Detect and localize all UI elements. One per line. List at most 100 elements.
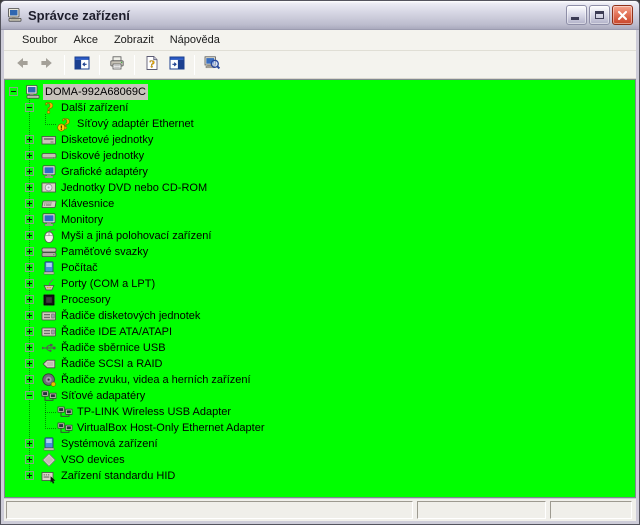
close-button[interactable]: [612, 5, 633, 25]
device-tree[interactable]: DOMA-992A68069C? Další zařízení?! Síťový a…: [4, 79, 636, 498]
tree-row[interactable]: ? Další zařízení: [5, 100, 635, 116]
tree-item-label[interactable]: DOMA-992A68069C: [43, 84, 148, 100]
minimize-button[interactable]: [566, 5, 587, 25]
expand-toggle[interactable]: [25, 375, 34, 384]
scan-hardware-changes-button[interactable]: [200, 54, 224, 76]
tree-row[interactable]: Procesory: [5, 292, 635, 308]
close-icon: [617, 10, 628, 20]
tree-row[interactable]: Řadiče disketových jednotek: [5, 308, 635, 324]
tree-item-label[interactable]: Zařízení standardu HID: [59, 468, 177, 484]
menu-item-akce[interactable]: Akce: [65, 31, 105, 49]
tree-row[interactable]: Myši a jiná polohovací zařízení: [5, 228, 635, 244]
tree-item-label[interactable]: Myši a jiná polohovací zařízení: [59, 228, 213, 244]
tree-item-label[interactable]: Síťové adapatéry: [59, 388, 147, 404]
tree-row[interactable]: Jednotky DVD nebo CD-ROM: [5, 180, 635, 196]
monitor-icon: [41, 212, 57, 228]
tree-item-label[interactable]: Řadiče zvuku, videa a herních zařízení: [59, 372, 253, 388]
show-console-tree-button[interactable]: [70, 54, 94, 76]
titlebar[interactable]: Správce zařízení: [1, 1, 639, 30]
expand-toggle[interactable]: [25, 439, 34, 448]
tree-item-label[interactable]: Síťový adaptér Ethernet: [75, 116, 196, 132]
tree-item-label[interactable]: Monitory: [59, 212, 105, 228]
tree-item-label[interactable]: Paměťové svazky: [59, 244, 150, 260]
tree-row[interactable]: VirtualBox Host-Only Ethernet Adapter: [5, 420, 635, 436]
menu-item-soubor[interactable]: Soubor: [14, 31, 65, 49]
display-adapter-icon: [41, 164, 57, 180]
tree-row[interactable]: Řadiče IDE ATA/ATAPI: [5, 324, 635, 340]
toolbar: ?: [4, 51, 636, 79]
tree-row[interactable]: Systémová zařízení: [5, 436, 635, 452]
collapse-toggle[interactable]: [25, 103, 34, 112]
tree-item-label[interactable]: VSO devices: [59, 452, 127, 468]
expand-toggle[interactable]: [25, 311, 34, 320]
network-adapter-icon: [41, 388, 57, 404]
expand-toggle[interactable]: [25, 279, 34, 288]
expand-toggle[interactable]: [25, 215, 34, 224]
show-action-pane-button[interactable]: [165, 54, 189, 76]
tree-row[interactable]: Síťové adapatéry: [5, 388, 635, 404]
tree-row[interactable]: VSO devices: [5, 452, 635, 468]
tree-row[interactable]: Řadiče zvuku, videa a herních zařízení: [5, 372, 635, 388]
tree-item-label[interactable]: Řadiče disketových jednotek: [59, 308, 202, 324]
help-button[interactable]: ?: [140, 54, 164, 76]
menu-item-zobrazit[interactable]: Zobrazit: [106, 31, 162, 49]
forward-button[interactable]: [35, 54, 59, 76]
tree-row[interactable]: Porty (COM a LPT): [5, 276, 635, 292]
expand-toggle[interactable]: [25, 471, 34, 480]
expand-toggle[interactable]: [25, 247, 34, 256]
tree-item-label[interactable]: Řadiče IDE ATA/ATAPI: [59, 324, 174, 340]
expand-toggle[interactable]: [25, 167, 34, 176]
tree-item-label[interactable]: Grafické adaptéry: [59, 164, 150, 180]
tree-row[interactable]: Počítač: [5, 260, 635, 276]
menu-item-n-pov-da[interactable]: Nápověda: [162, 31, 228, 49]
expand-toggle[interactable]: [25, 343, 34, 352]
minimize-icon: [571, 17, 579, 20]
tree-row[interactable]: Zařízení standardu HID: [5, 468, 635, 484]
floppy-controller-icon: [41, 308, 57, 324]
tree-row[interactable]: Monitory: [5, 212, 635, 228]
tree-item-label[interactable]: Systémová zařízení: [59, 436, 160, 452]
tree-item-label[interactable]: TP-LINK Wireless USB Adapter: [75, 404, 233, 420]
print-button[interactable]: [105, 54, 129, 76]
tree-item-label[interactable]: Řadiče SCSI a RAID: [59, 356, 164, 372]
tree-row[interactable]: Paměťové svazky: [5, 244, 635, 260]
expand-toggle[interactable]: [25, 231, 34, 240]
tree-row[interactable]: Disketové jednotky: [5, 132, 635, 148]
tree-item-label[interactable]: Jednotky DVD nebo CD-ROM: [59, 180, 209, 196]
computer-device-icon: [41, 260, 57, 276]
tree-item-label[interactable]: Počítač: [59, 260, 100, 276]
collapse-toggle[interactable]: [9, 87, 18, 96]
tree-item-label[interactable]: Další zařízení: [59, 100, 130, 116]
expand-toggle[interactable]: [25, 295, 34, 304]
expand-toggle[interactable]: [25, 183, 34, 192]
tree-row[interactable]: ?! Síťový adaptér Ethernet: [5, 116, 635, 132]
scan-hardware-changes-icon: [204, 55, 221, 74]
tree-row[interactable]: DOMA-992A68069C: [5, 84, 635, 100]
status-pane: [417, 501, 546, 519]
collapse-toggle[interactable]: [25, 391, 34, 400]
tree-item-label[interactable]: Disketové jednotky: [59, 132, 155, 148]
tree-row[interactable]: Diskové jednotky: [5, 148, 635, 164]
tree-item-label[interactable]: Porty (COM a LPT): [59, 276, 157, 292]
tree-item-label[interactable]: Klávesnice: [59, 196, 116, 212]
back-button[interactable]: [10, 54, 34, 76]
expand-toggle[interactable]: [25, 359, 34, 368]
device-manager-window: Správce zařízení Soubor Akce Zobrazit Nápov…: [0, 0, 640, 525]
tree-item-label[interactable]: VirtualBox Host-Only Ethernet Adapter: [75, 420, 267, 436]
maximize-button[interactable]: [589, 5, 610, 25]
expand-toggle[interactable]: [25, 199, 34, 208]
tree-row[interactable]: Klávesnice: [5, 196, 635, 212]
tree-item-label[interactable]: Procesory: [59, 292, 113, 308]
expand-toggle[interactable]: [25, 151, 34, 160]
tree-row[interactable]: TP-LINK Wireless USB Adapter: [5, 404, 635, 420]
tree-item-label[interactable]: Diskové jednotky: [59, 148, 146, 164]
tree-row[interactable]: Grafické adaptéry: [5, 164, 635, 180]
expand-toggle[interactable]: [25, 263, 34, 272]
tree-item-label[interactable]: Řadiče sběrnice USB: [59, 340, 168, 356]
tree-row[interactable]: Řadiče SCSI a RAID: [5, 356, 635, 372]
expand-toggle[interactable]: [25, 327, 34, 336]
window-computer-icon[interactable]: [7, 7, 23, 23]
tree-row[interactable]: Řadiče sběrnice USB: [5, 340, 635, 356]
expand-toggle[interactable]: [25, 455, 34, 464]
expand-toggle[interactable]: [25, 135, 34, 144]
